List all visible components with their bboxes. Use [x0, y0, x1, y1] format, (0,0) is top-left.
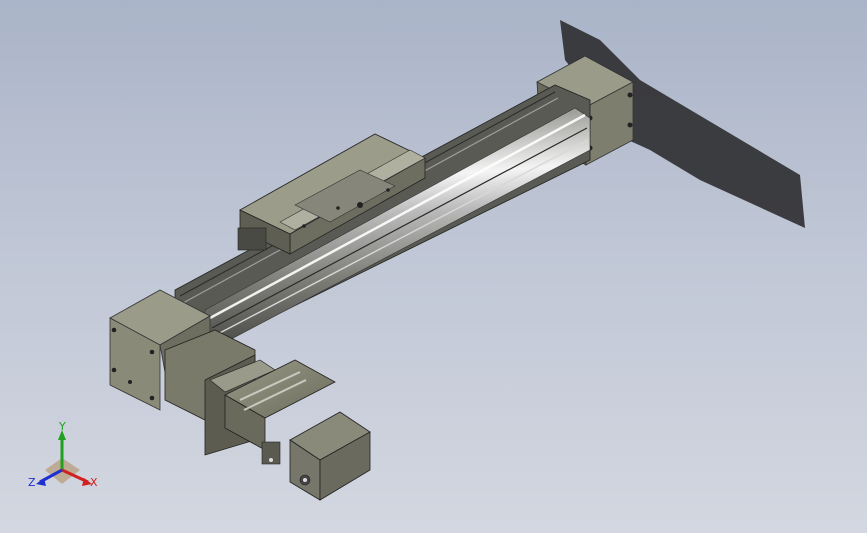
motor-end-cap[interactable]: [289, 411, 371, 501]
coordinate-triad[interactable]: Y X Z: [28, 420, 98, 489]
cad-viewport[interactable]: Y X Z: [0, 0, 867, 533]
triad-x-label: X: [90, 476, 98, 489]
triad-z-label: Z: [28, 476, 36, 489]
model-scene[interactable]: Y X Z: [0, 0, 867, 533]
triad-y-label: Y: [58, 420, 66, 433]
rail-extrusion[interactable]: [174, 84, 591, 346]
